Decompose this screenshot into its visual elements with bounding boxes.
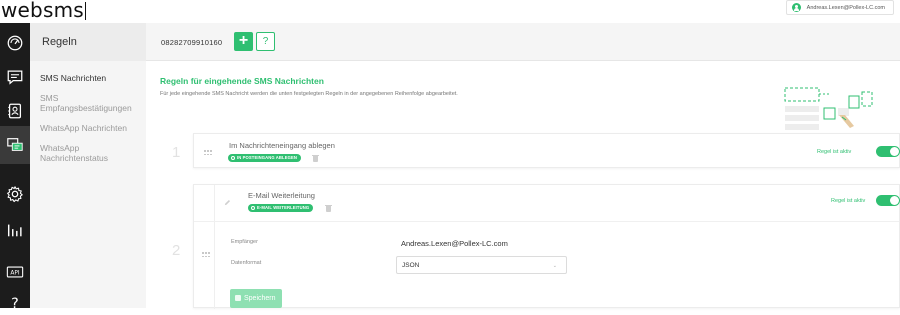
mail-icon — [251, 205, 255, 210]
format-select-value: JSON — [402, 262, 420, 269]
action-badge: IN POSTEINGANG ABLEGEN — [228, 154, 301, 162]
edit-rule-icon[interactable] — [224, 199, 231, 206]
subnav-item-sms-messages[interactable]: SMS Nachrichten — [40, 73, 146, 83]
rule-number: 2 — [172, 242, 181, 259]
help-icon[interactable]: ? — [0, 285, 30, 315]
subnav-title: Regeln — [30, 23, 146, 61]
rules-illustration — [784, 87, 873, 130]
rule-number: 1 — [172, 144, 181, 161]
rule-title: Im Nachrichteneingang ablegen — [229, 141, 335, 150]
add-rule-button[interactable]: + — [234, 32, 253, 51]
save-button[interactable]: Speichern — [230, 289, 282, 308]
delete-rule-icon[interactable] — [325, 204, 332, 212]
user-email: Andreas.Lexen@Pollex-LC.com — [806, 4, 885, 11]
save-icon — [235, 294, 241, 301]
svg-text:API: API — [10, 270, 20, 276]
svg-text:?: ? — [11, 296, 19, 309]
delete-rule-icon[interactable] — [312, 154, 319, 162]
subnav-item-whatsapp-status[interactable]: WhatsApp Nachrichtenstatus — [40, 143, 146, 163]
section-description: Für jede eingehende SMS Nachricht werden… — [160, 91, 458, 97]
drag-handle-icon[interactable] — [202, 252, 210, 258]
rule-active-toggle[interactable] — [876, 146, 900, 157]
contacts-icon[interactable] — [0, 96, 30, 126]
rule-status: Regel ist aktiv — [817, 149, 852, 155]
recipient-value[interactable]: Andreas.Lexen@Pollex-LC.com — [401, 239, 508, 248]
user-menu[interactable]: Andreas.Lexen@Pollex-LC.com — [785, 0, 894, 15]
inbox-icon — [231, 155, 235, 160]
top-bar: websms Andreas.Lexen@Pollex-LC.com — [0, 0, 900, 23]
rule-title: E-Mail Weiterleitung — [248, 191, 315, 200]
rule-status: Regel ist aktiv — [831, 198, 866, 204]
section-title: Regeln für eingehende SMS Nachrichten — [160, 76, 324, 86]
content-header: 08282709910160 + ? — [146, 23, 900, 61]
api-icon[interactable]: API — [0, 257, 30, 287]
rules-subnav: Regeln SMS Nachrichten SMS Empfangsbestä… — [30, 23, 146, 308]
statistics-icon[interactable] — [0, 215, 30, 245]
recipient-label: Empfänger — [231, 239, 258, 245]
rule-card-1: Im Nachrichteneingang ablegen IN POSTEIN… — [193, 133, 900, 168]
format-select[interactable]: JSON ⌄ — [396, 256, 567, 274]
user-icon — [791, 3, 801, 12]
rule-active-toggle[interactable] — [876, 195, 900, 206]
help-button[interactable]: ? — [256, 32, 275, 51]
subnav-item-whatsapp-messages[interactable]: WhatsApp Nachrichten — [40, 123, 146, 133]
rule-card-2: E-Mail Weiterleitung E-MAIL WEITERLEITUN… — [193, 184, 900, 309]
websms-logo[interactable]: websms — [1, 0, 87, 22]
chevron-down-icon: ⌄ — [552, 263, 557, 269]
rules-icon[interactable] — [0, 126, 30, 164]
icon-rail: API ? — [0, 23, 30, 309]
format-label: Datenformat — [231, 260, 262, 266]
drag-handle-icon[interactable] — [204, 150, 212, 156]
subnav-item-sms-delivery-reports[interactable]: SMS Empfangsbestätigungen — [40, 93, 146, 113]
settings-icon[interactable] — [0, 179, 30, 209]
sender-number: 08282709910160 — [161, 38, 223, 47]
dashboard-icon[interactable] — [0, 28, 30, 58]
chat-icon[interactable] — [0, 62, 30, 92]
action-badge: E-MAIL WEITERLEITUNG — [248, 204, 314, 212]
